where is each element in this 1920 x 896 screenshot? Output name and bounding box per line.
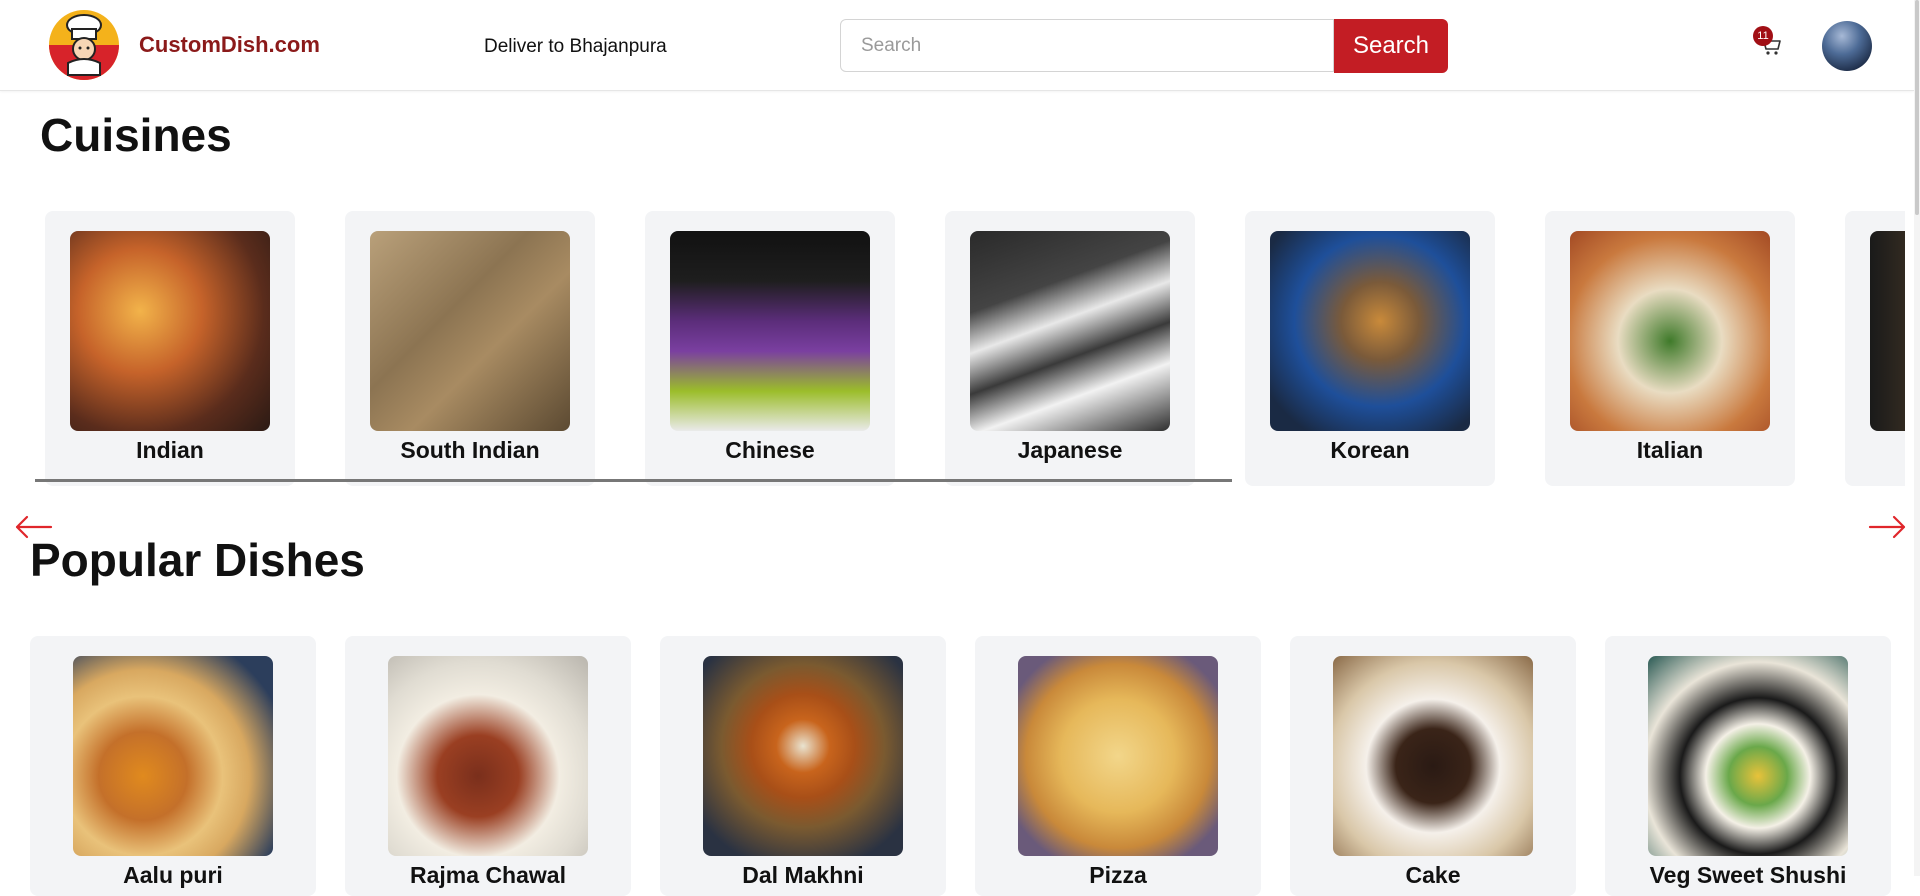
cuisine-card-chinese[interactable]: Chinese [645, 211, 895, 486]
cuisines-heading: Cuisines [40, 109, 232, 161]
cuisine-label: Japanese [1017, 437, 1123, 463]
cuisine-label: Italian [1636, 437, 1704, 463]
dish-card-aalu-puri[interactable]: Aalu puri [30, 636, 316, 896]
cuisine-card-italian[interactable]: Italian [1545, 211, 1795, 486]
dish-card-veg-sweet-sushi[interactable]: Veg Sweet Shushi [1605, 636, 1891, 896]
carousel-scroll-indicator[interactable] [35, 479, 1232, 482]
search-input[interactable] [840, 19, 1334, 72]
cuisine-label: Indian [136, 437, 204, 463]
delivery-location[interactable]: Deliver to Bhajanpura [484, 36, 667, 58]
cuisine-label: Chinese [725, 437, 815, 463]
search-button[interactable]: Search [1334, 19, 1448, 73]
dish-card-cake[interactable]: Cake [1290, 636, 1576, 896]
cuisine-carousel: Indian South Indian Chinese Japanese Kor… [45, 211, 1905, 487]
cuisine-card-partial[interactable] [1845, 211, 1905, 486]
header: CustomDish.com Deliver to Bhajanpura Sea… [0, 0, 1914, 91]
dish-image [1333, 656, 1533, 856]
cuisine-card-south-indian[interactable]: South Indian [345, 211, 595, 486]
dish-image [1648, 656, 1848, 856]
page-scrollbar[interactable] [1914, 0, 1920, 876]
arrow-right-icon[interactable] [1868, 512, 1908, 542]
cuisine-image [70, 231, 270, 431]
dish-image [703, 656, 903, 856]
cuisine-image [1870, 231, 1905, 431]
chef-logo-icon[interactable] [48, 9, 120, 81]
dish-image [388, 656, 588, 856]
cuisine-image [1570, 231, 1770, 431]
cuisine-label: Korean [1330, 437, 1410, 463]
dish-card-dal-makhni[interactable]: Dal Makhni [660, 636, 946, 896]
avatar[interactable] [1822, 21, 1872, 71]
cuisine-label: South Indian [400, 437, 540, 463]
dish-image [1018, 656, 1218, 856]
cuisine-image [370, 231, 570, 431]
cuisine-image [1270, 231, 1470, 431]
brand-name[interactable]: CustomDish.com [139, 32, 320, 58]
dish-image [73, 656, 273, 856]
cuisine-image [670, 231, 870, 431]
cuisine-image [970, 231, 1170, 431]
popular-dishes-heading: Popular Dishes [30, 534, 365, 586]
dish-card-pizza[interactable]: Pizza [975, 636, 1261, 896]
cuisine-card-japanese[interactable]: Japanese [945, 211, 1195, 486]
cuisine-card-korean[interactable]: Korean [1245, 211, 1495, 486]
cart-count-badge: 11 [1753, 26, 1773, 46]
scrollbar-thumb[interactable] [1915, 0, 1919, 215]
dish-card-rajma-chawal[interactable]: Rajma Chawal [345, 636, 631, 896]
cuisine-card-indian[interactable]: Indian [45, 211, 295, 486]
